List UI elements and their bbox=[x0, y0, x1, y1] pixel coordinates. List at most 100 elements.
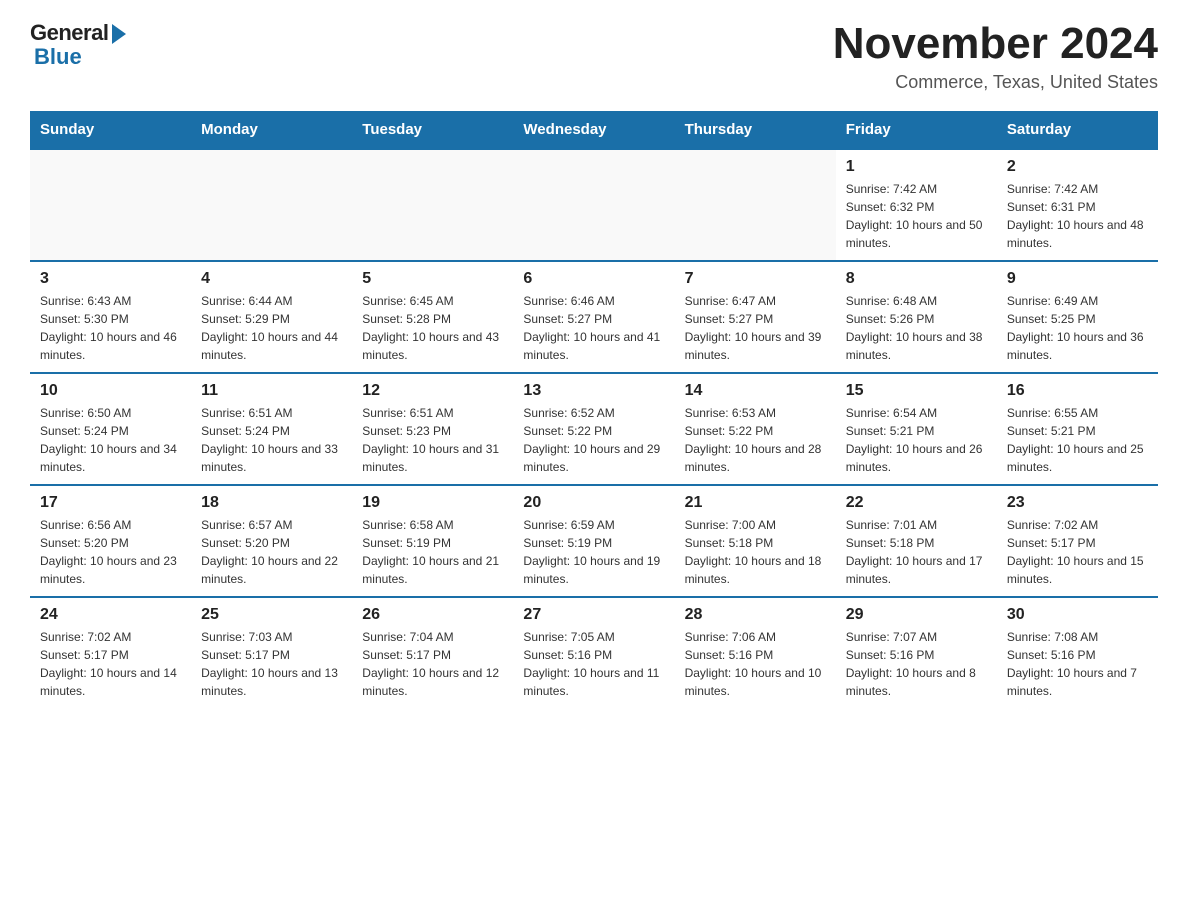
day-info: Sunrise: 7:06 AM Sunset: 5:16 PM Dayligh… bbox=[685, 628, 826, 700]
table-row: 7 Sunrise: 6:47 AM Sunset: 5:27 PM Daylig… bbox=[675, 261, 836, 373]
col-tuesday: Tuesday bbox=[352, 111, 513, 149]
col-saturday: Saturday bbox=[997, 111, 1158, 149]
table-row: 24 Sunrise: 7:02 AM Sunset: 5:17 PM Dayli… bbox=[30, 597, 191, 708]
calendar-header-row: Sunday Monday Tuesday Wednesday Thursday… bbox=[30, 111, 1158, 149]
table-row: 12Sunrise: 6:51 AM Sunset: 5:23 PM Dayli… bbox=[352, 373, 513, 485]
day-info: Sunrise: 6:56 AM Sunset: 5:20 PM Dayligh… bbox=[40, 516, 181, 588]
day-number: 4 bbox=[201, 270, 342, 288]
table-row: 4 Sunrise: 6:44 AM Sunset: 5:29 PM Daylig… bbox=[191, 261, 352, 373]
day-number: 10 bbox=[40, 382, 181, 400]
table-row: 29 Sunrise: 7:07 AM Sunset: 5:16 PM Dayli… bbox=[836, 597, 997, 708]
day-number: 1 bbox=[846, 158, 987, 176]
day-info: Sunrise: 6:48 AM Sunset: 5:26 PM Dayligh… bbox=[846, 292, 987, 364]
day-number: 2 bbox=[1007, 158, 1148, 176]
table-row: 3 Sunrise: 6:43 AM Sunset: 5:30 PM Daylig… bbox=[30, 261, 191, 373]
day-number: 23 bbox=[1007, 494, 1148, 512]
day-info: Sunrise: 6:54 AM Sunset: 5:21 PM Dayligh… bbox=[846, 404, 987, 476]
day-number: 24 bbox=[40, 606, 181, 624]
day-number: 20 bbox=[523, 494, 664, 512]
day-info: Sunrise: 6:45 AM Sunset: 5:28 PM Dayligh… bbox=[362, 292, 503, 364]
table-row: 15 Sunrise: 6:54 AM Sunset: 5:21 PM Dayli… bbox=[836, 373, 997, 485]
day-number: 28 bbox=[685, 606, 826, 624]
table-row: 23Sunrise: 7:02 AM Sunset: 5:17 PM Dayli… bbox=[997, 485, 1158, 597]
table-row: 21 Sunrise: 7:00 AM Sunset: 5:18 PM Dayli… bbox=[675, 485, 836, 597]
table-row: 14 Sunrise: 6:53 AM Sunset: 5:22 PM Dayli… bbox=[675, 373, 836, 485]
table-row: 6 Sunrise: 6:46 AM Sunset: 5:27 PM Daylig… bbox=[513, 261, 674, 373]
day-info: Sunrise: 7:42 AM Sunset: 6:32 PM Dayligh… bbox=[846, 180, 987, 252]
table-row: 8 Sunrise: 6:48 AM Sunset: 5:26 PM Daylig… bbox=[836, 261, 997, 373]
day-info: Sunrise: 7:07 AM Sunset: 5:16 PM Dayligh… bbox=[846, 628, 987, 700]
day-info: Sunrise: 7:02 AM Sunset: 5:17 PM Dayligh… bbox=[40, 628, 181, 700]
table-row: 17Sunrise: 6:56 AM Sunset: 5:20 PM Dayli… bbox=[30, 485, 191, 597]
col-wednesday: Wednesday bbox=[513, 111, 674, 149]
table-row: 5 Sunrise: 6:45 AM Sunset: 5:28 PM Daylig… bbox=[352, 261, 513, 373]
col-sunday: Sunday bbox=[30, 111, 191, 149]
logo-triangle-icon bbox=[112, 24, 126, 44]
day-number: 22 bbox=[846, 494, 987, 512]
table-row: 1 Sunrise: 7:42 AM Sunset: 6:32 PM Daylig… bbox=[836, 149, 997, 261]
day-number: 21 bbox=[685, 494, 826, 512]
day-info: Sunrise: 7:05 AM Sunset: 5:16 PM Dayligh… bbox=[523, 628, 664, 700]
day-info: Sunrise: 6:57 AM Sunset: 5:20 PM Dayligh… bbox=[201, 516, 342, 588]
logo-general-text: General bbox=[30, 20, 108, 46]
day-number: 6 bbox=[523, 270, 664, 288]
day-info: Sunrise: 6:44 AM Sunset: 5:29 PM Dayligh… bbox=[201, 292, 342, 364]
day-number: 16 bbox=[1007, 382, 1148, 400]
day-info: Sunrise: 6:43 AM Sunset: 5:30 PM Dayligh… bbox=[40, 292, 181, 364]
col-friday: Friday bbox=[836, 111, 997, 149]
table-row: 22 Sunrise: 7:01 AM Sunset: 5:18 PM Dayli… bbox=[836, 485, 997, 597]
calendar-week-row: 3 Sunrise: 6:43 AM Sunset: 5:30 PM Daylig… bbox=[30, 261, 1158, 373]
day-number: 26 bbox=[362, 606, 503, 624]
table-row bbox=[191, 149, 352, 261]
day-info: Sunrise: 6:53 AM Sunset: 5:22 PM Dayligh… bbox=[685, 404, 826, 476]
table-row: 16 Sunrise: 6:55 AM Sunset: 5:21 PM Dayli… bbox=[997, 373, 1158, 485]
table-row bbox=[30, 149, 191, 261]
day-info: Sunrise: 6:58 AM Sunset: 5:19 PM Dayligh… bbox=[362, 516, 503, 588]
table-row: 28 Sunrise: 7:06 AM Sunset: 5:16 PM Dayli… bbox=[675, 597, 836, 708]
table-row bbox=[513, 149, 674, 261]
day-info: Sunrise: 6:52 AM Sunset: 5:22 PM Dayligh… bbox=[523, 404, 664, 476]
table-row: 26 Sunrise: 7:04 AM Sunset: 5:17 PM Dayli… bbox=[352, 597, 513, 708]
day-number: 11 bbox=[201, 382, 342, 400]
day-number: 25 bbox=[201, 606, 342, 624]
day-info: Sunrise: 6:49 AM Sunset: 5:25 PM Dayligh… bbox=[1007, 292, 1148, 364]
table-row: 27Sunrise: 7:05 AM Sunset: 5:16 PM Dayli… bbox=[513, 597, 674, 708]
day-info: Sunrise: 6:51 AM Sunset: 5:24 PM Dayligh… bbox=[201, 404, 342, 476]
day-info: Sunrise: 7:42 AM Sunset: 6:31 PM Dayligh… bbox=[1007, 180, 1148, 252]
day-info: Sunrise: 6:46 AM Sunset: 5:27 PM Dayligh… bbox=[523, 292, 664, 364]
day-number: 14 bbox=[685, 382, 826, 400]
day-number: 15 bbox=[846, 382, 987, 400]
day-info: Sunrise: 7:00 AM Sunset: 5:18 PM Dayligh… bbox=[685, 516, 826, 588]
table-row: 20 Sunrise: 6:59 AM Sunset: 5:19 PM Dayli… bbox=[513, 485, 674, 597]
day-info: Sunrise: 7:04 AM Sunset: 5:17 PM Dayligh… bbox=[362, 628, 503, 700]
day-number: 29 bbox=[846, 606, 987, 624]
calendar-week-row: 17Sunrise: 6:56 AM Sunset: 5:20 PM Dayli… bbox=[30, 485, 1158, 597]
table-row: 30 Sunrise: 7:08 AM Sunset: 5:16 PM Dayli… bbox=[997, 597, 1158, 708]
day-number: 12 bbox=[362, 382, 503, 400]
day-info: Sunrise: 7:08 AM Sunset: 5:16 PM Dayligh… bbox=[1007, 628, 1148, 700]
month-title: November 2024 bbox=[833, 20, 1158, 68]
day-info: Sunrise: 7:01 AM Sunset: 5:18 PM Dayligh… bbox=[846, 516, 987, 588]
table-row bbox=[352, 149, 513, 261]
table-row: 9 Sunrise: 6:49 AM Sunset: 5:25 PM Daylig… bbox=[997, 261, 1158, 373]
day-number: 8 bbox=[846, 270, 987, 288]
calendar-week-row: 10 Sunrise: 6:50 AM Sunset: 5:24 PM Dayli… bbox=[30, 373, 1158, 485]
table-row: 2 Sunrise: 7:42 AM Sunset: 6:31 PM Daylig… bbox=[997, 149, 1158, 261]
day-info: Sunrise: 6:55 AM Sunset: 5:21 PM Dayligh… bbox=[1007, 404, 1148, 476]
table-row: 18Sunrise: 6:57 AM Sunset: 5:20 PM Dayli… bbox=[191, 485, 352, 597]
col-thursday: Thursday bbox=[675, 111, 836, 149]
day-number: 3 bbox=[40, 270, 181, 288]
day-info: Sunrise: 6:59 AM Sunset: 5:19 PM Dayligh… bbox=[523, 516, 664, 588]
day-info: Sunrise: 6:50 AM Sunset: 5:24 PM Dayligh… bbox=[40, 404, 181, 476]
day-number: 5 bbox=[362, 270, 503, 288]
day-info: Sunrise: 7:03 AM Sunset: 5:17 PM Dayligh… bbox=[201, 628, 342, 700]
title-block: November 2024 Commerce, Texas, United St… bbox=[833, 20, 1158, 93]
day-number: 7 bbox=[685, 270, 826, 288]
table-row: 13 Sunrise: 6:52 AM Sunset: 5:22 PM Dayli… bbox=[513, 373, 674, 485]
day-number: 30 bbox=[1007, 606, 1148, 624]
calendar-table: Sunday Monday Tuesday Wednesday Thursday… bbox=[30, 111, 1158, 708]
day-info: Sunrise: 6:47 AM Sunset: 5:27 PM Dayligh… bbox=[685, 292, 826, 364]
day-number: 9 bbox=[1007, 270, 1148, 288]
logo: General Blue bbox=[30, 20, 126, 70]
day-number: 13 bbox=[523, 382, 664, 400]
